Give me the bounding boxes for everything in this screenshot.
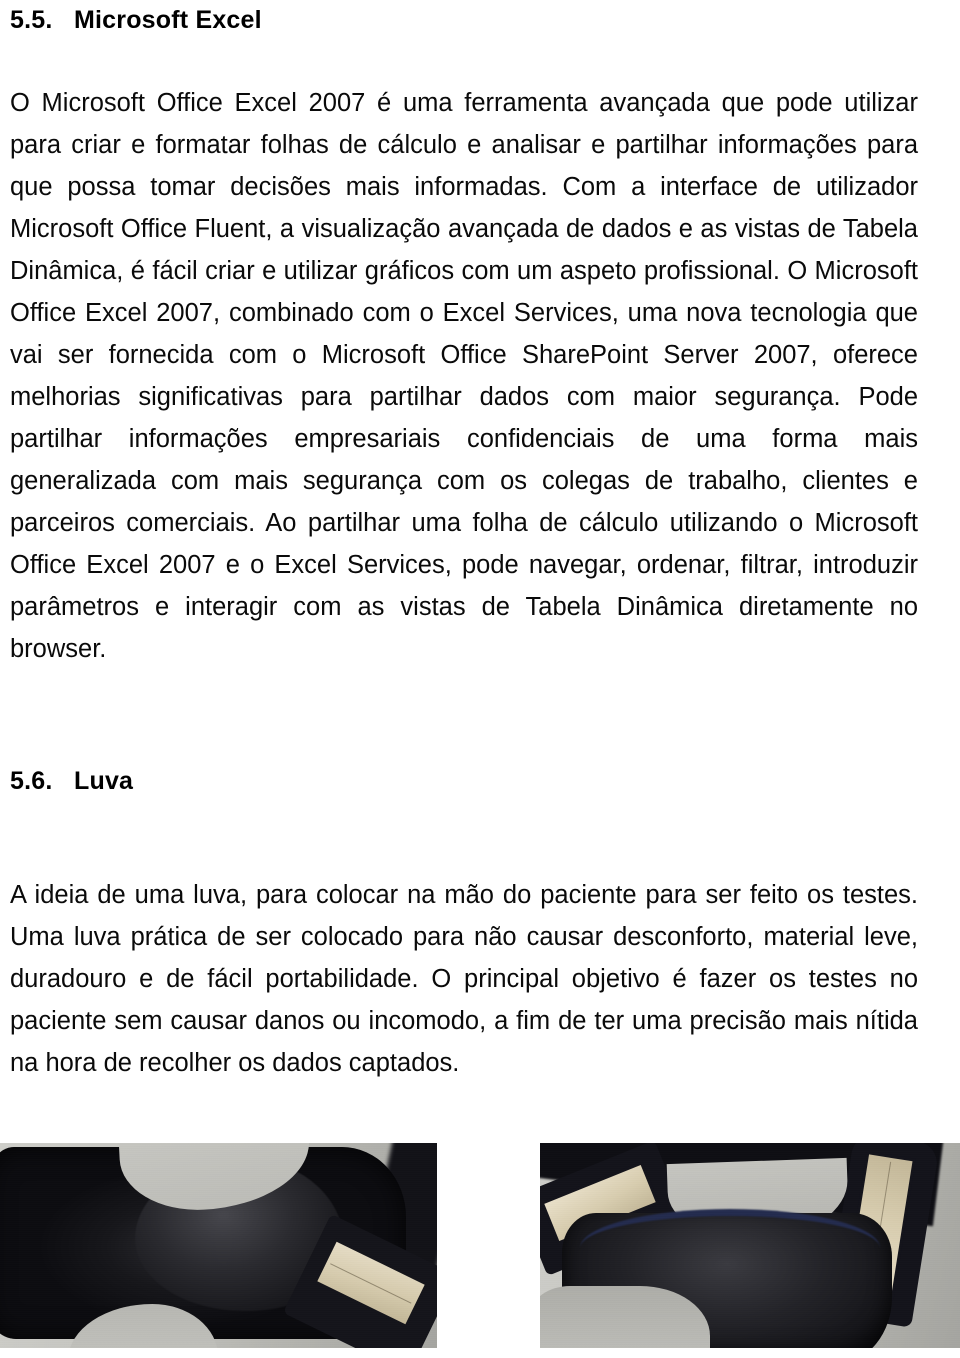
document-page: 5.5. Microsoft Excel O Microsoft Office E… — [0, 0, 960, 1358]
section-number-5-5: 5.5. — [10, 6, 53, 34]
section-paragraph-5-6: A ideia de uma luva, para colocar na mão… — [10, 881, 918, 1077]
spacer-heading-5-5 — [10, 35, 918, 82]
section-heading-5-5: 5.5. Microsoft Excel — [10, 0, 918, 35]
section-title-5-6: Luva — [74, 767, 134, 795]
spacer-paragraph-5-5 — [10, 670, 918, 767]
glove-photo-left — [0, 1143, 437, 1348]
glove-photo-right — [540, 1143, 960, 1348]
section-heading-5-6: 5.6. Luva — [10, 767, 918, 796]
section-title-5-5: Microsoft Excel — [74, 6, 262, 34]
document-body: 5.5. Microsoft Excel O Microsoft Office E… — [10, 0, 918, 1084]
section-number-5-6: 5.6. — [10, 767, 53, 795]
section-paragraph-5-5: O Microsoft Office Excel 2007 é uma ferr… — [10, 89, 918, 663]
figure-group — [0, 1143, 960, 1348]
spacer-heading-5-6 — [10, 796, 918, 874]
